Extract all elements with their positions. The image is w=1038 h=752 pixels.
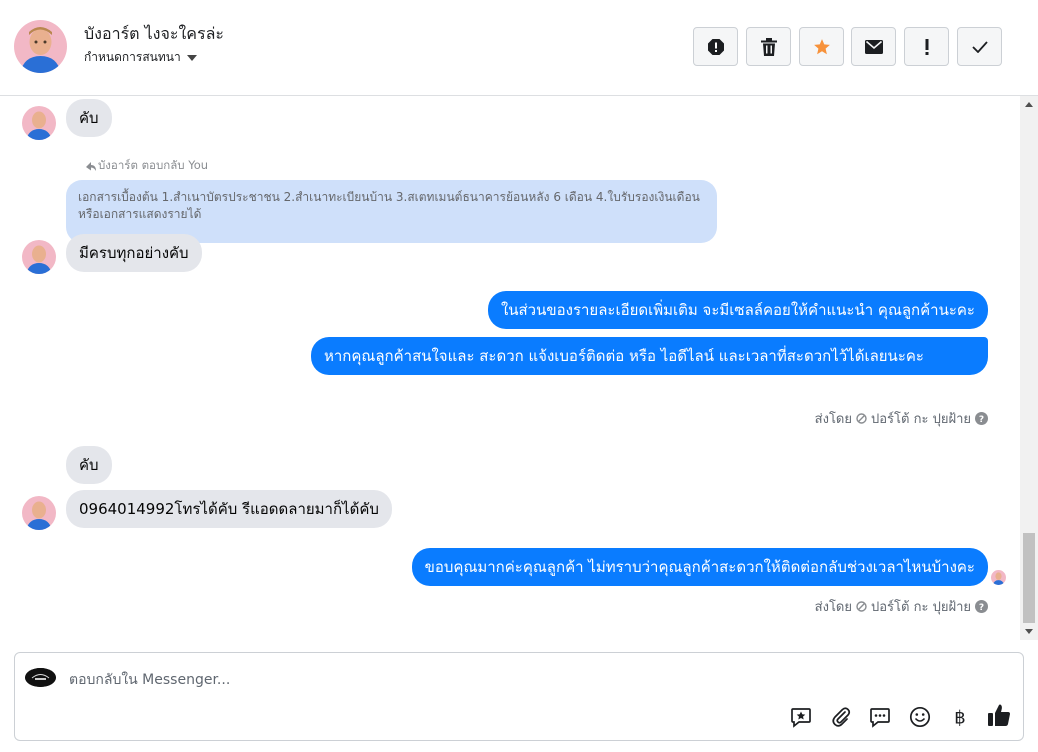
mark-done-button[interactable]: [957, 27, 1002, 66]
scroll-thumb[interactable]: [1023, 533, 1035, 623]
contact-name: บังอาร์ต ไงจะใครล่ะ: [84, 24, 224, 43]
mark-important-button[interactable]: [904, 27, 949, 66]
emoji-icon[interactable]: [908, 705, 932, 729]
outgoing-message[interactable]: หากคุณลูกค้าสนใจและ สะดวก แจ้งเบอร์ติดต่…: [311, 337, 988, 375]
incoming-message[interactable]: มีครบทุกอย่างคับ: [66, 234, 202, 272]
svg-text:฿: ฿: [954, 708, 965, 729]
report-spam-button[interactable]: [693, 27, 738, 66]
message-thread: คับ บังอาร์ต ตอบกลับ You เอกสารเบื้องต้น…: [0, 96, 1020, 640]
check-icon: [971, 40, 988, 53]
delete-button[interactable]: [746, 27, 791, 66]
page-logo: [25, 668, 56, 687]
incoming-message[interactable]: คับ: [66, 446, 112, 484]
contact-avatar-small: [22, 496, 56, 530]
attachment-icon[interactable]: [829, 705, 853, 729]
help-icon[interactable]: ?: [975, 600, 988, 613]
caret-down-icon: [186, 54, 197, 61]
sender-name: ปอร์โต้ กะ ปุยฝ้าย: [871, 412, 971, 427]
contact-avatar-small: [22, 240, 56, 274]
saved-reply-icon[interactable]: [789, 705, 813, 729]
assign-conversation-dropdown[interactable]: กำหนดการสนทนา: [84, 48, 197, 67]
mail-icon: [864, 39, 883, 54]
reply-composer[interactable]: ตอบกลับใน Messenger... ฿: [14, 652, 1024, 741]
sent-by-info: ส่งโดย ปอร์โต้ กะ ปุยฝ้าย ?: [815, 408, 988, 429]
incoming-message[interactable]: คับ: [66, 99, 112, 137]
scroll-down-arrow-icon[interactable]: [1025, 629, 1033, 634]
important-icon: [925, 38, 928, 55]
svg-text:?: ?: [979, 603, 984, 613]
sent-by-label: ส่งโดย: [814, 412, 852, 427]
reply-hint-text: บังอาร์ต ตอบกลับ You: [98, 158, 209, 172]
thumbs-up-icon[interactable]: [987, 703, 1011, 727]
svg-text:?: ?: [979, 415, 984, 425]
outgoing-message[interactable]: ขอบคุณมากค่ะคุณลูกค้า ไม่ทราบว่าคุณลูกค้…: [411, 548, 988, 586]
help-icon[interactable]: ?: [975, 412, 988, 425]
conversation-header: บังอาร์ต ไงจะใครล่ะ กำหนดการสนทนา: [0, 0, 1038, 96]
mark-unread-button[interactable]: [851, 27, 896, 66]
thread-scrollbar[interactable]: [1020, 96, 1038, 640]
star-button[interactable]: [799, 27, 844, 66]
sent-by-label: ส่งโดย: [814, 600, 852, 615]
scroll-up-arrow-icon[interactable]: [1025, 102, 1033, 107]
baht-icon[interactable]: ฿: [948, 705, 972, 729]
blocked-icon: [856, 413, 867, 424]
blocked-icon: [856, 601, 867, 612]
sent-by-info: ส่งโดย ปอร์โต้ กะ ปุยฝ้าย ?: [815, 596, 988, 617]
reply-input[interactable]: ตอบกลับใน Messenger...: [69, 669, 230, 691]
seen-avatar: [991, 570, 1006, 585]
contact-avatar[interactable]: [14, 20, 67, 73]
reply-hint: บังอาร์ต ตอบกลับ You: [86, 157, 208, 175]
report-spam-icon: [707, 38, 724, 55]
reply-arrow-icon: [86, 161, 96, 171]
chat-bubble-icon[interactable]: [868, 705, 892, 729]
assign-label: กำหนดการสนทนา: [84, 50, 181, 64]
contact-avatar-small: [22, 106, 56, 140]
trash-icon: [760, 37, 777, 56]
outgoing-message[interactable]: ในส่วนของรายละเอียดเพิ่มเติม จะมีเซลล์คอ…: [487, 291, 988, 329]
incoming-message[interactable]: 0964014992โทรได้คับ รีแอดดลายมาก็ได้คับ: [66, 490, 392, 528]
sender-name: ปอร์โต้ กะ ปุยฝ้าย: [871, 600, 971, 615]
star-icon: [813, 38, 830, 54]
